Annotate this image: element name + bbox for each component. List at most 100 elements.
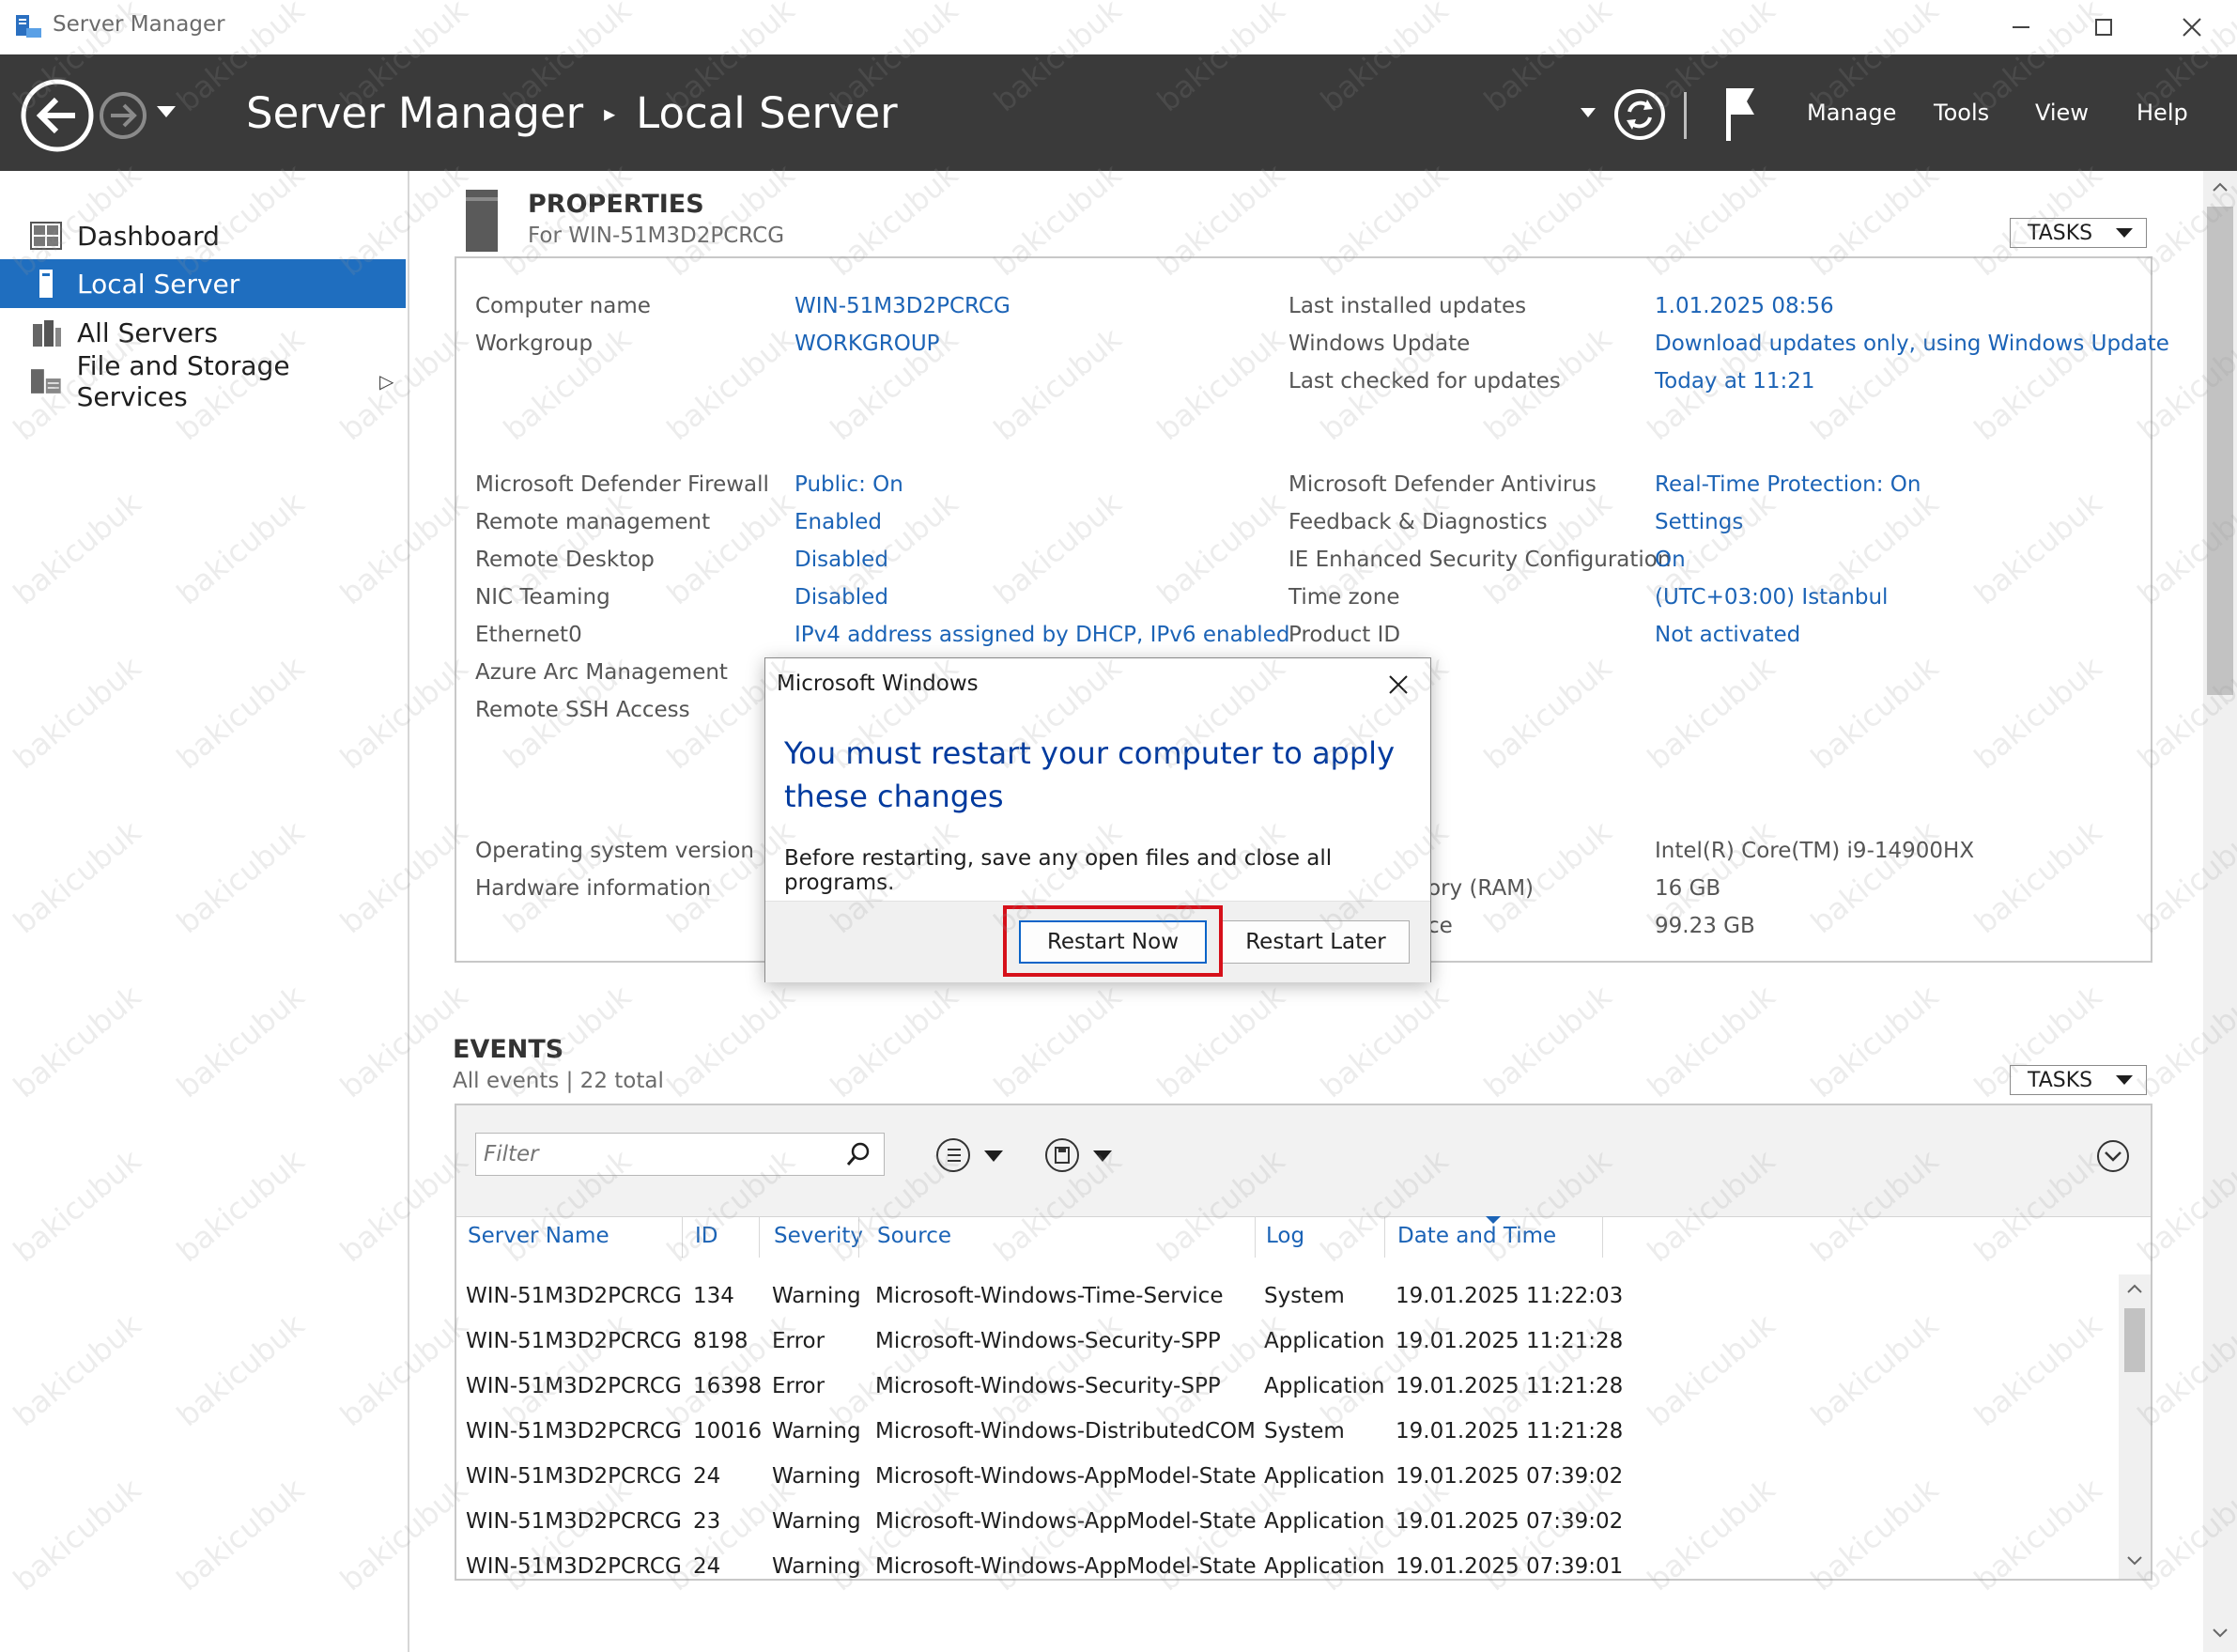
history-dropdown-icon[interactable] [156, 105, 177, 118]
prop-value-link[interactable]: Settings [1655, 510, 1743, 534]
breadcrumb: Server Manager ▸ Local Server [246, 88, 898, 138]
table-row[interactable]: WIN-51M3D2PCRCG 16398 Error Microsoft-Wi… [456, 1365, 2119, 1410]
cell-log: Application [1264, 1464, 1385, 1489]
cell-server-name: WIN-51M3D2PCRCG [466, 1374, 682, 1398]
prop-value-link[interactable]: Download updates only, using Windows Upd… [1655, 332, 2169, 356]
prop-label: Remote management [475, 510, 711, 534]
menu-help[interactable]: Help [2137, 100, 2188, 126]
table-row[interactable]: WIN-51M3D2PCRCG 24 Warning Microsoft-Win… [456, 1455, 2119, 1500]
breadcrumb-server-manager[interactable]: Server Manager [246, 88, 583, 138]
prop-value-link[interactable]: On [1655, 548, 1686, 572]
close-window-button[interactable] [2164, 8, 2220, 47]
table-row[interactable]: WIN-51M3D2PCRCG 10016 Warning Microsoft-… [456, 1410, 2119, 1455]
cell-date-time: 19.01.2025 07:39:02 [1396, 1509, 1624, 1534]
column-divider[interactable] [1384, 1216, 1385, 1258]
prop-value-link[interactable]: Disabled [795, 585, 888, 610]
maximize-button[interactable] [2075, 8, 2132, 47]
table-row[interactable]: WIN-51M3D2PCRCG 8198 Error Microsoft-Win… [456, 1320, 2119, 1365]
prop-value-link[interactable]: Enabled [795, 510, 882, 534]
forward-arrow-icon[interactable] [98, 90, 148, 141]
cell-server-name: WIN-51M3D2PCRCG [466, 1329, 682, 1353]
prop-label: NIC Teaming [475, 585, 610, 610]
chevron-down-icon[interactable] [984, 1150, 1003, 1162]
prop-value-link[interactable]: WORKGROUP [795, 332, 940, 356]
column-divider[interactable] [1255, 1216, 1256, 1258]
sidebar-item-file-storage[interactable]: File and Storage Services ▷ [0, 350, 406, 412]
menu-manage[interactable]: Manage [1807, 100, 1896, 126]
cell-date-time: 19.01.2025 07:39:01 [1396, 1554, 1624, 1579]
prop-value-link[interactable]: IPv4 address assigned by DHCP, IPv6 enab… [795, 623, 1289, 647]
cell-date-time: 19.01.2025 11:21:28 [1396, 1419, 1624, 1444]
scroll-up-icon[interactable] [2127, 1284, 2142, 1293]
filter-input[interactable] [475, 1133, 885, 1176]
prop-value-link[interactable]: Real-Time Protection: On [1655, 472, 1921, 497]
search-icon[interactable] [845, 1141, 872, 1167]
column-header-server-name[interactable]: Server Name [468, 1224, 609, 1248]
cell-log: System [1264, 1419, 1345, 1444]
back-arrow-icon[interactable] [19, 77, 96, 154]
cell-id: 24 [693, 1554, 721, 1579]
prop-value-link[interactable]: 1.01.2025 08:56 [1655, 294, 1834, 318]
prop-label: Microsoft Defender Antivirus [1288, 472, 1597, 497]
cell-severity: Error [772, 1329, 825, 1353]
cell-severity: Warning [772, 1554, 861, 1579]
properties-title: PROPERTIES [528, 190, 704, 219]
table-row[interactable]: WIN-51M3D2PCRCG 23 Warning Microsoft-Win… [456, 1500, 2119, 1545]
column-divider[interactable] [858, 1216, 859, 1258]
prop-label: Windows Update [1288, 332, 1471, 356]
column-header-id[interactable]: ID [695, 1224, 718, 1248]
events-scrollbar-thumb[interactable] [2124, 1308, 2145, 1372]
main-scrollbar-thumb[interactable] [2207, 207, 2233, 695]
scroll-down-icon[interactable] [2213, 1629, 2228, 1638]
menu-tools[interactable]: Tools [1934, 100, 1989, 126]
prop-value-link[interactable]: Public: On [795, 472, 903, 497]
cell-id: 24 [693, 1464, 721, 1489]
collapse-circle-icon[interactable] [2096, 1139, 2130, 1173]
server-manager-app-icon [16, 15, 41, 38]
menu-view[interactable]: View [2035, 100, 2089, 126]
scroll-up-icon[interactable] [2213, 182, 2228, 192]
chevron-down-icon[interactable] [1093, 1150, 1112, 1162]
notifications-flag-icon[interactable] [1720, 83, 1758, 143]
column-header-source[interactable]: Source [877, 1224, 951, 1248]
column-header-severity[interactable]: Severity [774, 1224, 863, 1248]
title-bar: Server Manager [0, 0, 2237, 54]
dropdown-icon[interactable] [1580, 107, 1597, 118]
restart-later-button[interactable]: Restart Later [1222, 920, 1410, 964]
prop-value-link[interactable]: Today at 11:21 [1655, 369, 1815, 394]
cell-id: 134 [693, 1284, 734, 1308]
prop-value-link[interactable]: WIN-51M3D2PCRCG [795, 294, 1011, 318]
sidebar-item-dashboard[interactable]: Dashboard [0, 211, 406, 260]
sidebar-item-label: File and Storage Services [76, 350, 290, 412]
table-row[interactable]: WIN-51M3D2PCRCG 134 Warning Microsoft-Wi… [456, 1274, 2119, 1320]
cell-source: Microsoft-Windows-AppModel-State [875, 1554, 1257, 1579]
cell-date-time: 19.01.2025 11:21:28 [1396, 1374, 1624, 1398]
properties-tasks-button[interactable]: TASKS [2010, 218, 2147, 248]
refresh-icon[interactable] [1612, 86, 1668, 143]
column-divider[interactable] [1602, 1216, 1603, 1258]
column-divider[interactable] [682, 1216, 683, 1258]
table-row[interactable]: WIN-51M3D2PCRCG 24 Warning Microsoft-Win… [456, 1545, 2119, 1579]
dialog-close-button[interactable] [1378, 664, 1419, 705]
prop-value-link[interactable]: (UTC+03:00) Istanbul [1655, 585, 1888, 610]
expand-arrow-icon[interactable]: ▷ [379, 370, 393, 393]
close-icon [2183, 18, 2201, 37]
column-divider[interactable] [759, 1216, 760, 1258]
events-tasks-button[interactable]: TASKS [2010, 1065, 2147, 1095]
prop-value-link[interactable]: Not activated [1655, 623, 1800, 647]
column-header-date-time[interactable]: Date and Time [1397, 1224, 1556, 1248]
prop-value-link[interactable]: Disabled [795, 548, 888, 572]
list-options-icon[interactable] [935, 1137, 971, 1173]
column-header-log[interactable]: Log [1266, 1224, 1304, 1248]
scroll-down-icon[interactable] [2127, 1556, 2142, 1566]
chevron-down-icon [2116, 1075, 2133, 1085]
cell-severity: Error [772, 1374, 825, 1398]
save-query-icon[interactable] [1044, 1137, 1080, 1173]
sidebar-item-local-server[interactable]: Local Server [0, 259, 406, 308]
cell-source: Microsoft-Windows-Time-Service [875, 1284, 1224, 1308]
prop-label: Computer name [475, 294, 651, 318]
minimize-button[interactable] [1993, 8, 2049, 47]
prop-label: Operating system version [475, 839, 755, 863]
maximize-icon [2095, 19, 2112, 36]
events-scrollbar[interactable] [2119, 1274, 2151, 1579]
